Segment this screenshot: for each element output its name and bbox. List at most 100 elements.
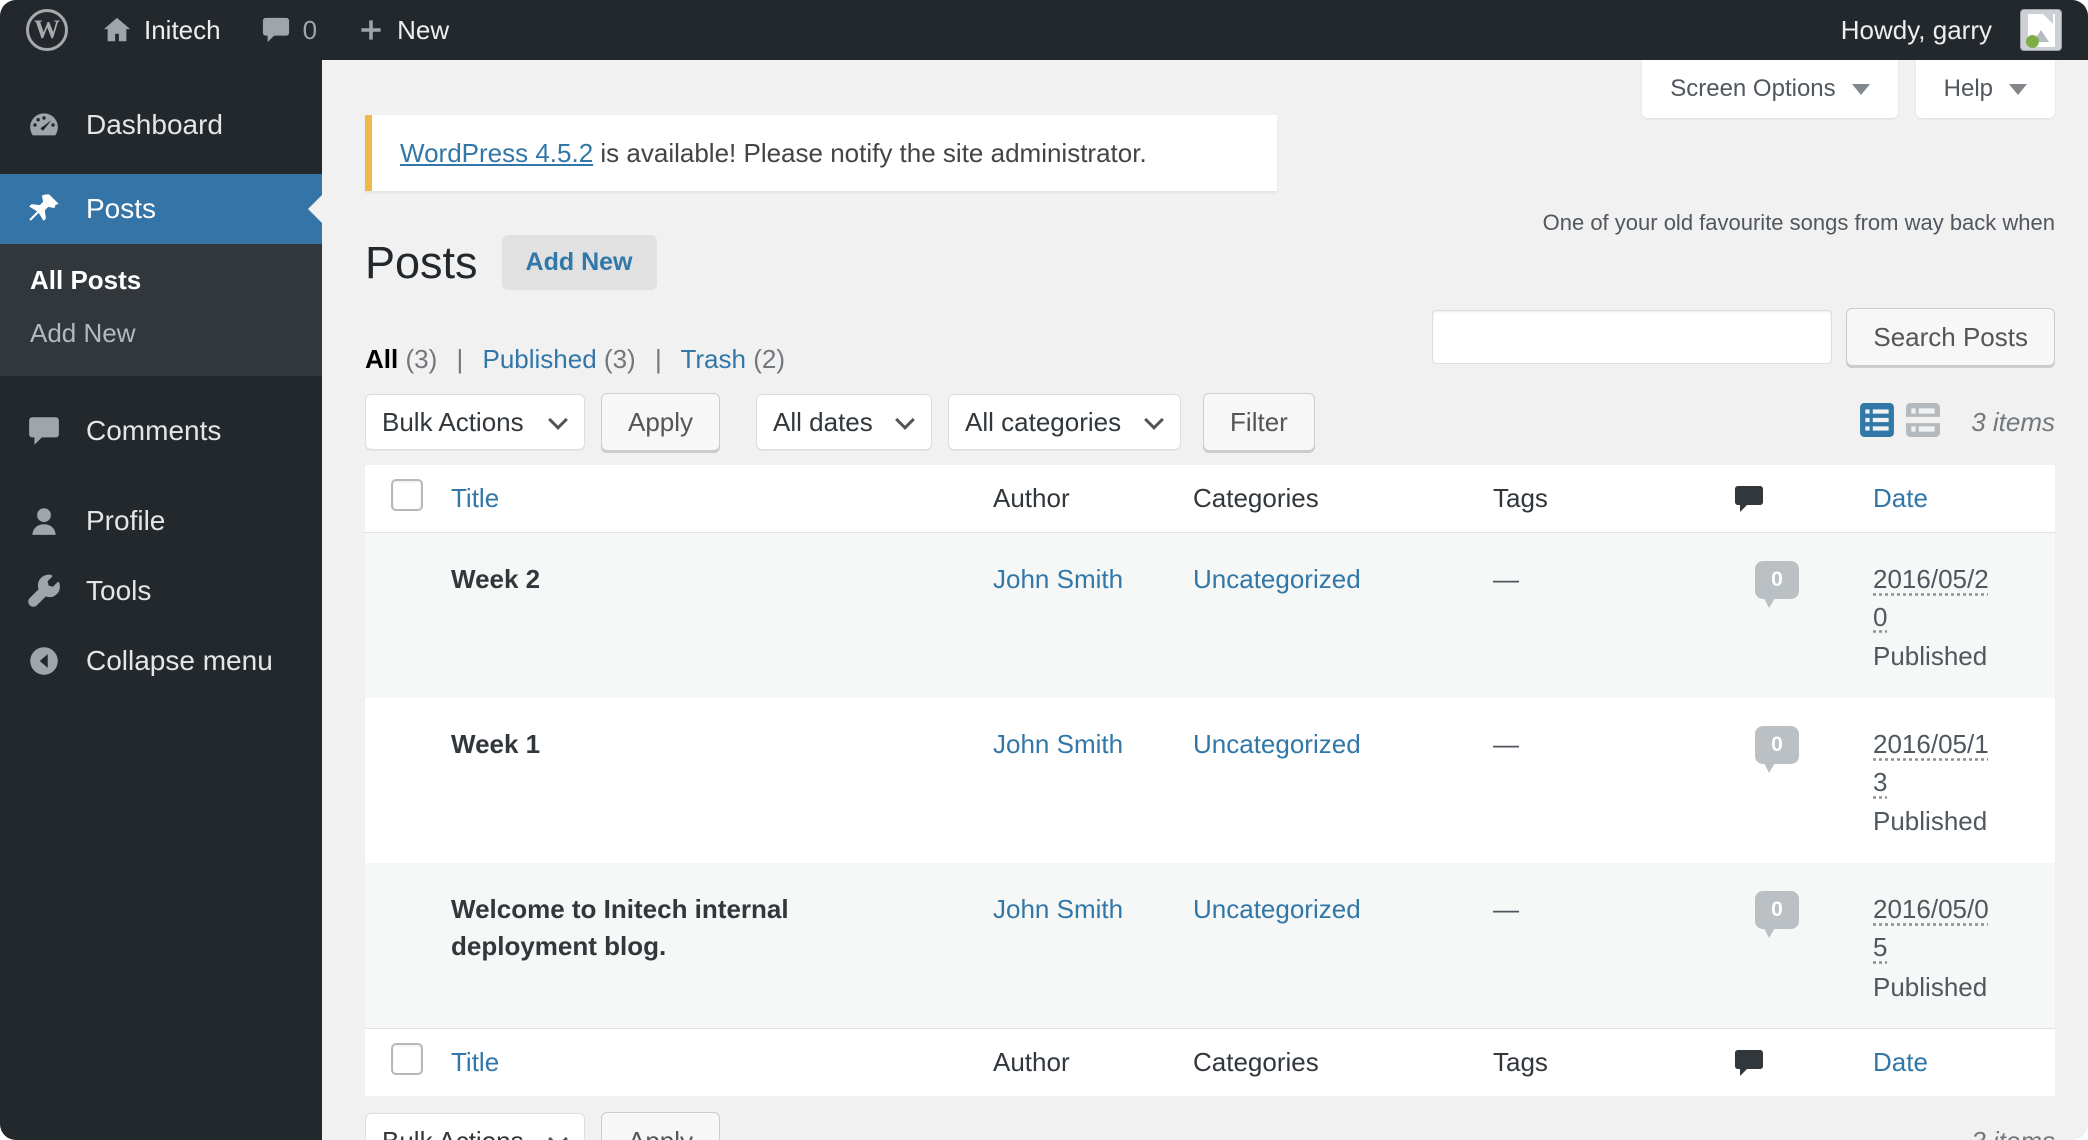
footer-title: Title — [421, 1028, 981, 1097]
comment-bubble-icon — [261, 16, 291, 44]
bulk-actions-select-bottom[interactable]: Bulk Actions — [365, 1113, 585, 1140]
footer-author: Author — [981, 1028, 1181, 1097]
post-tags-value: — — [1493, 729, 1519, 760]
sidebar-item-tools[interactable]: Tools — [0, 556, 322, 626]
post-title-link[interactable]: Week 1 — [451, 726, 540, 762]
footer-date: Date — [1861, 1028, 2055, 1097]
page-title: Posts — [365, 237, 478, 288]
header-date: Date — [1861, 465, 2055, 533]
post-author-link[interactable]: John Smith — [993, 564, 1123, 594]
bulk-actions-select[interactable]: Bulk Actions — [365, 394, 585, 450]
wrench-icon — [26, 574, 62, 608]
header-title: Title — [421, 465, 981, 533]
help-label: Help — [1943, 75, 1993, 102]
adminbar-comments-link[interactable]: 0 — [261, 15, 317, 46]
post-date-link[interactable]: 2016/05/05 — [1873, 891, 1993, 966]
submenu-item-add-new[interactable]: Add New — [0, 307, 322, 360]
filter-trash-link[interactable]: Trash — [680, 344, 746, 374]
adminbar-account-menu[interactable]: Howdy, garry — [1841, 9, 2062, 51]
posts-submenu: All Posts Add New — [0, 244, 322, 376]
table-footer: Title Author Categories Tags Date — [365, 1028, 2055, 1097]
dates-select-wrap: All dates — [756, 394, 933, 450]
header-tags: Tags — [1481, 465, 1721, 533]
wordpress-logo-menu[interactable]: W — [26, 9, 68, 51]
post-category-link[interactable]: Uncategorized — [1193, 729, 1361, 759]
post-title-link[interactable]: Welcome to Initech internal deployment b… — [451, 891, 931, 964]
help-tab[interactable]: Help — [1915, 60, 2055, 118]
pushpin-icon — [26, 192, 62, 226]
table-row: Welcome to Initech internal deployment b… — [365, 863, 2055, 1029]
site-name-label: Initech — [144, 14, 221, 45]
post-category-link[interactable]: Uncategorized — [1193, 894, 1361, 924]
table-toolbar-bottom: Bulk Actions Apply 3 items — [365, 1112, 2055, 1140]
filter-button[interactable]: Filter — [1203, 393, 1315, 451]
post-tags-value: — — [1493, 894, 1519, 925]
posts-table: Title Author Categories Tags Date Week 2 — [365, 465, 2055, 1097]
categories-select-wrap: All categories — [948, 394, 1182, 450]
footer-checkbox-cell — [365, 1028, 423, 1097]
sort-date-link[interactable]: Date — [1873, 1047, 1928, 1077]
dashboard-gauge-icon — [26, 108, 62, 142]
admin-menu: Dashboard Posts All Posts Add New Commen… — [0, 60, 322, 1140]
search-input[interactable] — [1432, 310, 1833, 364]
post-date-link[interactable]: 2016/05/13 — [1873, 726, 1993, 801]
filter-all-link[interactable]: All — [365, 344, 398, 374]
submenu-item-all-posts[interactable]: All Posts — [0, 254, 322, 307]
sidebar-label-tools: Tools — [86, 575, 152, 606]
footer-tags: Tags — [1481, 1028, 1721, 1097]
sort-title-link[interactable]: Title — [451, 1047, 499, 1077]
wordpress-logo-icon: W — [26, 9, 68, 51]
sidebar-item-dashboard[interactable]: Dashboard — [0, 90, 322, 160]
post-author-link[interactable]: John Smith — [993, 894, 1123, 924]
adminbar-new-link[interactable]: New — [357, 15, 449, 46]
wordpress-update-link[interactable]: WordPress 4.5.2 — [400, 138, 593, 168]
categories-filter-select[interactable]: All categories — [948, 394, 1182, 450]
comment-count-bubble[interactable]: 0 — [1755, 561, 1799, 608]
page-title-row: Posts Add New — [365, 235, 2055, 290]
select-all-checkbox[interactable] — [391, 1043, 423, 1076]
post-category-link[interactable]: Uncategorized — [1193, 564, 1361, 594]
sidebar-item-comments[interactable]: Comments — [0, 396, 322, 466]
sidebar-item-collapse-menu[interactable]: Collapse menu — [0, 626, 322, 696]
row-checkbox-cell — [365, 863, 421, 1029]
sidebar-item-profile[interactable]: Profile — [0, 486, 322, 556]
screen-options-tab[interactable]: Screen Options — [1642, 60, 1898, 118]
post-date-link[interactable]: 2016/05/20 — [1873, 561, 1993, 636]
list-view-icon[interactable] — [1859, 402, 1895, 443]
add-new-button[interactable]: Add New — [501, 235, 657, 290]
chevron-down-icon — [1851, 83, 1870, 95]
home-icon — [102, 15, 132, 45]
table-toolbar-top: Bulk Actions Apply All dates All categor… — [365, 393, 2055, 451]
comment-count-bubble[interactable]: 0 — [1755, 726, 1799, 774]
items-count: 3 items — [1971, 406, 2055, 437]
sidebar-label-collapse: Collapse menu — [86, 645, 273, 676]
wordpress-admin-screen: W Initech 0 New Howdy, garry Dashboard P… — [0, 0, 2088, 1140]
sidebar-label-dashboard: Dashboard — [86, 109, 223, 140]
post-status: Published — [1873, 641, 1988, 672]
filter-published-link[interactable]: Published — [482, 344, 596, 374]
table-body: Week 2 John Smith Uncategorized — 0 2016… — [365, 532, 2055, 1029]
search-posts-button[interactable]: Search Posts — [1846, 308, 2055, 366]
sort-date-link[interactable]: Date — [1873, 483, 1928, 513]
apply-button[interactable]: Apply — [601, 393, 721, 451]
sidebar-label-comments: Comments — [86, 415, 222, 446]
filter-separator: | — [456, 344, 464, 374]
excerpt-view-icon[interactable] — [1905, 402, 1941, 443]
post-title-link[interactable]: Week 2 — [451, 561, 540, 597]
header-checkbox-cell — [365, 465, 423, 533]
admin-bar: W Initech 0 New Howdy, garry — [0, 0, 2088, 60]
sidebar-item-posts[interactable]: Posts — [0, 174, 322, 244]
dates-filter-select[interactable]: All dates — [756, 394, 933, 450]
site-name-link[interactable]: Initech — [102, 15, 221, 46]
update-notice: WordPress 4.5.2 is available! Please not… — [365, 115, 1277, 191]
post-status: Published — [1873, 806, 1988, 837]
apply-button-bottom[interactable]: Apply — [601, 1112, 721, 1140]
comment-count-bubble[interactable]: 0 — [1755, 891, 1799, 939]
post-author-link[interactable]: John Smith — [993, 729, 1123, 759]
chevron-down-icon — [2009, 83, 2027, 95]
filter-trash-count: (2) — [753, 344, 785, 374]
search-form: Search Posts — [1432, 308, 2055, 366]
sidebar-label-profile: Profile — [86, 505, 166, 536]
sort-title-link[interactable]: Title — [451, 483, 499, 513]
select-all-checkbox[interactable] — [391, 479, 423, 511]
